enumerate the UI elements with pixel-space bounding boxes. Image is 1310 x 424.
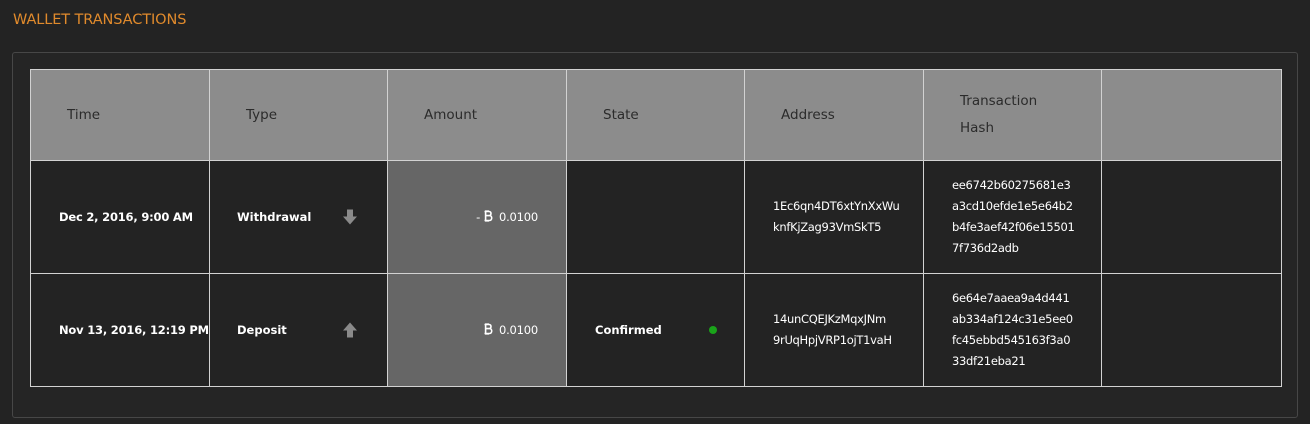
cell-transaction-hash[interactable]: ee6742b60275681e3 a3cd10efde1e5e64b2 b4f…: [923, 160, 1102, 274]
hash-line: a3cd10efde1e5e64b2: [952, 199, 1073, 213]
address-line: 9rUqHpjVRP1ojT1vaH: [773, 333, 892, 347]
column-header-state[interactable]: State: [566, 69, 745, 161]
hash-line: b4fe3aef42f06e15501: [952, 220, 1075, 234]
type-label: Deposit: [237, 323, 287, 337]
transactions-table: Time Type Amount State Address Transacti…: [30, 69, 1282, 387]
cell-state: [566, 160, 745, 274]
hash-line: ab334af124c31e5ee0: [952, 312, 1073, 326]
header-hash-line2: Hash: [960, 120, 995, 136]
column-header-extra: [1101, 69, 1282, 161]
arrow-down-icon: [343, 209, 357, 225]
hash-line: 33df21eba21: [952, 354, 1026, 368]
cell-amount: 0.0100: [387, 273, 567, 387]
cell-transaction-hash[interactable]: 6e64e7aaea9a4d441 ab334af124c31e5ee0 fc4…: [923, 273, 1102, 387]
arrow-up-icon: [343, 322, 357, 338]
column-header-time[interactable]: Time: [30, 69, 210, 161]
table-row[interactable]: Dec 2, 2016, 9:00 AM Withdrawal - 0.0100…: [30, 160, 1282, 274]
column-header-address[interactable]: Address: [744, 69, 924, 161]
cell-type: Withdrawal: [209, 160, 388, 274]
cell-extra: [1101, 160, 1282, 274]
transactions-panel: Time Type Amount State Address Transacti…: [12, 52, 1298, 418]
hash-line: fc45ebbd545163f3a0: [952, 333, 1071, 347]
column-header-type[interactable]: Type: [209, 69, 388, 161]
hash-line: 6e64e7aaea9a4d441: [952, 291, 1070, 305]
table-row[interactable]: Nov 13, 2016, 12:19 PM Deposit 0.0100 Co…: [30, 273, 1282, 387]
cell-time: Dec 2, 2016, 9:00 AM: [30, 160, 210, 274]
column-header-transaction-hash[interactable]: Transaction Hash: [923, 69, 1102, 161]
cell-address[interactable]: 14unCQEJKzMqxJNm 9rUqHpjVRP1ojT1vaH: [744, 273, 924, 387]
wallet-transactions-page: WALLET TRANSACTIONS Time Type Amount Sta…: [0, 0, 1310, 424]
address-line: 14unCQEJKzMqxJNm: [773, 312, 886, 326]
cell-extra: [1101, 273, 1282, 387]
bitcoin-icon: [484, 323, 493, 335]
hash-line: 7f736d2adb: [952, 241, 1019, 255]
amount-value: 0.0100: [498, 323, 538, 337]
amount-sign: -: [476, 210, 481, 224]
section-title: WALLET TRANSACTIONS: [13, 12, 187, 28]
cell-type: Deposit: [209, 273, 388, 387]
table-header-row: Time Type Amount State Address Transacti…: [30, 69, 1282, 161]
address-line: knfKjZag93VmSkT5: [773, 220, 882, 234]
cell-address[interactable]: 1Ec6qn4DT6xtYnXxWu knfKjZag93VmSkT5: [744, 160, 924, 274]
address-line: 1Ec6qn4DT6xtYnXxWu: [773, 199, 900, 213]
state-label: Confirmed: [595, 323, 662, 337]
amount-value: 0.0100: [498, 210, 538, 224]
cell-time: Nov 13, 2016, 12:19 PM: [30, 273, 210, 387]
status-dot: [709, 326, 717, 334]
hash-line: ee6742b60275681e3: [952, 178, 1071, 192]
cell-amount: - 0.0100: [387, 160, 567, 274]
cell-state: Confirmed: [566, 273, 745, 387]
column-header-amount[interactable]: Amount: [387, 69, 567, 161]
bitcoin-icon: [484, 210, 493, 222]
header-hash-line1: Transaction: [960, 93, 1038, 109]
type-label: Withdrawal: [237, 210, 312, 224]
